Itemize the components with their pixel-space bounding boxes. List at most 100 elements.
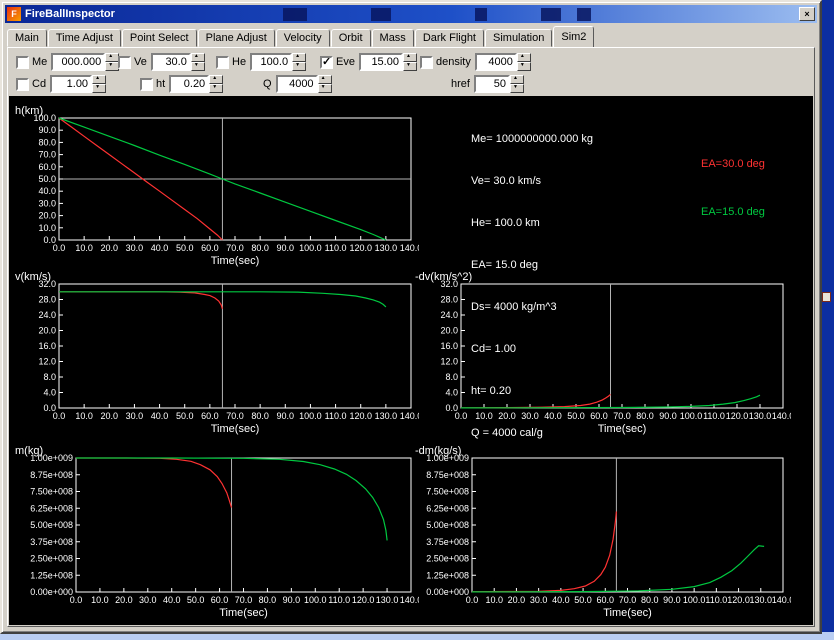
svg-text:100.0: 100.0 (680, 411, 703, 421)
tab-time-adjust[interactable]: Time Adjust (47, 29, 121, 47)
ht-input[interactable] (169, 75, 210, 93)
tab-point-select[interactable]: Point Select (121, 29, 197, 47)
svg-text:7.50e+008: 7.50e+008 (30, 487, 73, 497)
svg-text:24.0: 24.0 (440, 310, 458, 320)
svg-text:90.0: 90.0 (663, 595, 681, 605)
svg-text:Time(sec): Time(sec) (211, 255, 259, 267)
density-checkbox[interactable] (420, 55, 433, 69)
cd-spinner[interactable] (92, 75, 107, 93)
svg-text:90.0: 90.0 (277, 243, 295, 253)
svg-text:8.0: 8.0 (43, 372, 56, 382)
density-label: density (436, 56, 471, 68)
spin-down-icon[interactable] (317, 84, 332, 93)
svg-text:40.0: 40.0 (163, 595, 181, 605)
svg-text:90.0: 90.0 (659, 411, 677, 421)
svg-text:120.0: 120.0 (349, 411, 372, 421)
svg-text:20.0: 20.0 (38, 326, 56, 336)
svg-text:60.0: 60.0 (201, 411, 219, 421)
spin-up-icon[interactable] (509, 75, 524, 84)
close-button[interactable]: × (799, 7, 815, 21)
me-input[interactable] (51, 53, 106, 71)
svg-text:0.00e+000: 0.00e+000 (426, 587, 469, 597)
spin-up-icon[interactable] (402, 53, 417, 62)
svg-text:100.0: 100.0 (33, 113, 56, 123)
density-spinner[interactable] (516, 53, 531, 71)
spin-down-icon[interactable] (292, 62, 307, 71)
tab-mass[interactable]: Mass (371, 29, 414, 47)
spin-up-icon[interactable] (92, 75, 107, 84)
me-checkbox[interactable] (16, 55, 29, 69)
svg-text:70.0: 70.0 (226, 243, 244, 253)
eve-input[interactable] (358, 53, 403, 71)
ve-input[interactable] (150, 53, 191, 71)
q-spinner[interactable] (317, 75, 332, 93)
svg-text:2.50e+008: 2.50e+008 (426, 554, 469, 564)
svg-text:130.0: 130.0 (375, 243, 398, 253)
tab-orbit[interactable]: Orbit (330, 29, 371, 47)
spin-down-icon[interactable] (516, 62, 531, 71)
href-input[interactable] (473, 75, 510, 93)
q-input[interactable] (275, 75, 318, 93)
eve-spinner[interactable] (402, 53, 417, 71)
href-spinner[interactable] (509, 75, 524, 93)
chart-area: h(km) 0.0 10.0 20.0 30.0 40.0 50.0 60.0 70.0 80.0… (9, 96, 813, 625)
tab-main[interactable]: Main (7, 29, 47, 47)
svg-text:130.0: 130.0 (376, 595, 399, 605)
desktop-artifact (283, 8, 307, 21)
spin-up-icon[interactable] (292, 53, 307, 62)
ve-checkbox[interactable] (118, 55, 131, 69)
deceleration-chart[interactable]: -dv(km/s^2) 0.0 10.0 20.0 30.0 40.0 50.0 60.0 70… (413, 270, 791, 436)
svg-text:130.0: 130.0 (375, 411, 398, 421)
svg-text:130.0: 130.0 (749, 411, 772, 421)
svg-text:30.0: 30.0 (126, 243, 144, 253)
svg-text:80.0: 80.0 (38, 137, 56, 147)
svg-text:40.0: 40.0 (552, 595, 570, 605)
tab-plane-adjust[interactable]: Plane Adjust (197, 29, 275, 47)
title-bar[interactable]: F FireBallInspector × (5, 5, 817, 23)
tab-sim2[interactable]: Sim2 (553, 26, 595, 47)
svg-text:20.0: 20.0 (101, 411, 119, 421)
ve-spinner[interactable] (190, 53, 205, 71)
svg-text:110.0: 110.0 (325, 243, 347, 253)
tab-simulation[interactable]: Simulation (485, 29, 553, 47)
velocity-chart[interactable]: v(km/s) 0.0 10.0 20.0 30.0 40.0 50.0 60.0 70.0 80… (13, 270, 419, 436)
density-input[interactable] (474, 53, 517, 71)
spin-up-icon[interactable] (317, 75, 332, 84)
svg-text:120.0: 120.0 (352, 595, 375, 605)
tab-velocity[interactable]: Velocity (275, 29, 330, 47)
spin-down-icon[interactable] (209, 84, 224, 93)
svg-text:10.0: 10.0 (75, 243, 93, 253)
spin-up-icon[interactable] (209, 75, 224, 84)
mass-chart[interactable]: m(kg) 0.0 10.0 20.0 30.0 40.0 50.0 60.0 70.0 80.0… (13, 444, 419, 620)
spin-down-icon[interactable] (402, 62, 417, 71)
svg-text:30.0: 30.0 (126, 411, 144, 421)
spin-down-icon[interactable] (190, 62, 205, 71)
svg-text:20.0: 20.0 (498, 411, 516, 421)
eve-checkbox[interactable] (320, 55, 333, 69)
svg-text:120.0: 120.0 (349, 243, 372, 253)
spin-down-icon[interactable] (509, 84, 524, 93)
svg-text:10.0: 10.0 (91, 595, 109, 605)
he-spinner[interactable] (292, 53, 307, 71)
svg-text:60.0: 60.0 (38, 162, 56, 172)
he-input[interactable] (250, 53, 293, 71)
svg-text:80.0: 80.0 (636, 411, 654, 421)
he-checkbox[interactable] (216, 55, 229, 69)
cd-input[interactable] (50, 75, 93, 93)
svg-text:12.0: 12.0 (38, 357, 56, 367)
cd-checkbox[interactable] (16, 77, 29, 91)
spin-up-icon[interactable] (190, 53, 205, 62)
svg-text:20.0: 20.0 (38, 211, 56, 221)
altitude-chart[interactable]: h(km) 0.0 10.0 20.0 30.0 40.0 50.0 60.0 70.0 80.0… (13, 104, 419, 268)
ht-spinner[interactable] (209, 75, 224, 93)
svg-text:50.0: 50.0 (176, 243, 194, 253)
tab-dark-flight[interactable]: Dark Flight (414, 29, 484, 47)
spin-down-icon[interactable] (92, 84, 107, 93)
svg-text:80.0: 80.0 (251, 411, 269, 421)
svg-text:140.0: 140.0 (772, 411, 791, 421)
svg-text:130.0: 130.0 (750, 595, 773, 605)
mass-loss-chart[interactable]: -dm(kg/s) 0.0 10.0 20.0 30.0 40.0 50.0 60.0 70.0… (413, 444, 791, 620)
spin-up-icon[interactable] (516, 53, 531, 62)
ht-checkbox[interactable] (140, 77, 153, 91)
svg-text:0.0: 0.0 (43, 403, 56, 413)
